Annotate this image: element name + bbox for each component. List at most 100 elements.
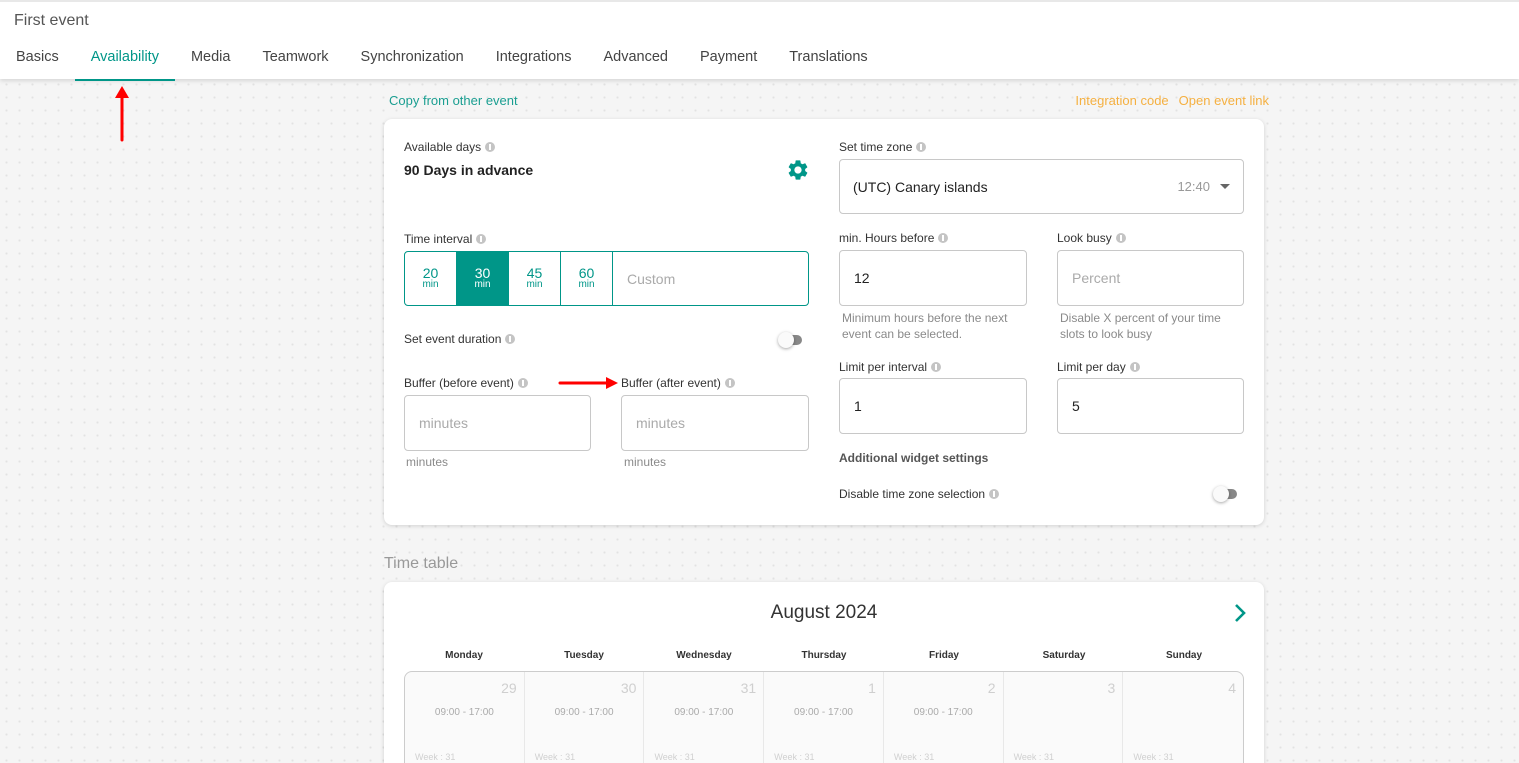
available-days-label: Available days (404, 140, 496, 154)
limit-per-day-field (1057, 378, 1244, 434)
time-interval-label: Time interval (404, 232, 487, 246)
weekday-label: Friday (928, 650, 959, 661)
top-bar: First event Basics Availability Media Te… (0, 0, 1519, 81)
info-icon[interactable] (989, 489, 1000, 499)
info-icon[interactable] (1115, 233, 1126, 243)
custom-interval-input[interactable] (613, 252, 808, 305)
available-days-value: 90 Days in advance (404, 162, 534, 178)
open-event-link[interactable]: Open event link (1179, 93, 1269, 108)
info-icon[interactable] (916, 142, 927, 152)
info-icon[interactable] (485, 142, 496, 152)
calendar-day-cell[interactable]: 1 09:00 - 17:00 Week : 31 (764, 672, 884, 763)
limit-per-interval-input[interactable] (840, 379, 1026, 433)
available-days-label-text: Available days (404, 140, 482, 154)
calendar-day-cell[interactable]: 29 09:00 - 17:00 Week : 31 (405, 672, 525, 763)
interval-unit: min (526, 279, 543, 290)
day-week: Week : 31 (774, 752, 815, 762)
tab-integrations[interactable]: Integrations (480, 38, 588, 81)
interval-unit: min (422, 279, 439, 290)
event-duration-label: Set event duration (404, 332, 516, 346)
info-icon[interactable] (476, 234, 487, 244)
integration-code-link[interactable]: Integration code (1075, 93, 1168, 108)
interval-unit: min (578, 279, 595, 290)
time-zone-current-time: 12:40 (1177, 179, 1210, 194)
tab-bar: Basics Availability Media Teamwork Synch… (0, 38, 884, 81)
copy-from-other-event-link[interactable]: Copy from other event (389, 93, 518, 108)
limit-per-day-input[interactable] (1058, 379, 1243, 433)
day-hours: 09:00 - 17:00 (434, 707, 494, 718)
buffer-after-label: Buffer (after event) (621, 376, 735, 390)
weekday-label: Thursday (801, 650, 847, 661)
disable-tz-selection-toggle[interactable] (1213, 486, 1237, 502)
info-icon[interactable] (505, 334, 516, 344)
calendar-day-cell[interactable]: 31 09:00 - 17:00 Week : 31 (644, 672, 765, 763)
min-hours-before-input[interactable] (840, 251, 1026, 305)
tab-availability[interactable]: Availability (74, 38, 176, 81)
day-number: 3 (1107, 680, 1116, 696)
limit-per-interval-field (839, 378, 1027, 434)
look-busy-label-text: Look busy (1057, 231, 1112, 245)
calendar-day-cell[interactable]: 3 Week : 31 (1004, 672, 1124, 763)
day-week: Week : 31 (654, 752, 695, 762)
weekday-label: Sunday (1165, 650, 1203, 661)
buffer-after-input[interactable] (622, 396, 808, 450)
buffer-before-label-text: Buffer (before event) (404, 376, 514, 390)
availability-settings-card: Available days 90 Days in advance Time i… (384, 119, 1264, 525)
calendar-card: August 2024 Monday Tuesday Wednesday Thu… (384, 582, 1264, 763)
event-duration-label-text: Set event duration (404, 332, 502, 346)
calendar-day-cell[interactable]: 4 Week : 31 (1123, 672, 1243, 763)
right-links: Integration code Open event link (1075, 93, 1269, 108)
look-busy-hint: Disable X percent of your time slots to … (1060, 311, 1221, 341)
interval-option-20[interactable]: 20 min (405, 252, 457, 305)
calendar-day-cell[interactable]: 30 09:00 - 17:00 Week : 31 (525, 672, 645, 763)
weekday-label: Monday (445, 650, 483, 661)
buffer-after-label-text: Buffer (after event) (621, 376, 721, 390)
limit-per-day-label: Limit per day (1057, 360, 1140, 374)
info-icon[interactable] (724, 378, 735, 388)
info-icon[interactable] (1129, 362, 1140, 372)
day-hours: 09:00 - 17:00 (674, 707, 734, 718)
tab-basics[interactable]: Basics (0, 38, 75, 81)
interval-option-30[interactable]: 30 min (457, 252, 509, 305)
info-icon[interactable] (517, 378, 528, 388)
tab-teamwork[interactable]: Teamwork (246, 38, 344, 81)
interval-option-45[interactable]: 45 min (509, 252, 561, 305)
tab-advanced[interactable]: Advanced (588, 38, 685, 81)
page-title: First event (14, 12, 89, 29)
day-hours: 09:00 - 17:00 (554, 707, 614, 718)
chevron-right-icon[interactable] (1230, 602, 1250, 624)
info-icon[interactable] (938, 233, 949, 243)
buffer-before-field (404, 395, 591, 451)
weekday-label: Saturday (1042, 650, 1086, 661)
event-duration-toggle[interactable] (778, 332, 802, 348)
day-week: Week : 31 (893, 752, 935, 762)
buffer-before-input[interactable] (405, 396, 590, 450)
day-number: 31 (740, 680, 757, 696)
calendar-grid: 29 09:00 - 17:00 Week : 31 30 09:00 - 17… (404, 671, 1244, 763)
tab-synchronization[interactable]: Synchronization (345, 38, 480, 81)
disable-tz-selection-label-text: Disable time zone selection (839, 487, 986, 501)
min-hours-before-label-text: min. Hours before (839, 231, 935, 245)
gear-icon[interactable] (786, 158, 810, 182)
interval-option-60[interactable]: 60 min (561, 252, 613, 305)
weekday-label: Wednesday (676, 650, 732, 661)
annotation-arrow-right-icon (558, 377, 618, 389)
time-zone-select[interactable]: (UTC) Canary islands 12:40 (839, 159, 1244, 214)
look-busy-input[interactable] (1058, 251, 1243, 305)
calendar-month-label: August 2024 (770, 602, 878, 623)
time-interval-selector: 20 min 30 min 45 min 60 min (404, 251, 809, 306)
limit-per-interval-label: Limit per interval (839, 360, 942, 374)
info-icon[interactable] (931, 362, 942, 372)
day-week: Week : 31 (1133, 752, 1174, 762)
time-interval-label-text: Time interval (404, 232, 473, 246)
tab-payment[interactable]: Payment (684, 38, 773, 81)
toggle-knob (1213, 486, 1229, 502)
tab-translations[interactable]: Translations (773, 38, 883, 81)
tab-media[interactable]: Media (175, 38, 247, 81)
buffer-after-hint: minutes (624, 455, 667, 469)
look-busy-label: Look busy (1057, 231, 1126, 245)
time-zone-label-text: Set time zone (839, 140, 913, 154)
calendar-day-cell[interactable]: 2 09:00 - 17:00 Week : 31 (884, 672, 1004, 763)
day-number: 2 (987, 680, 996, 696)
toggle-knob (778, 332, 794, 348)
